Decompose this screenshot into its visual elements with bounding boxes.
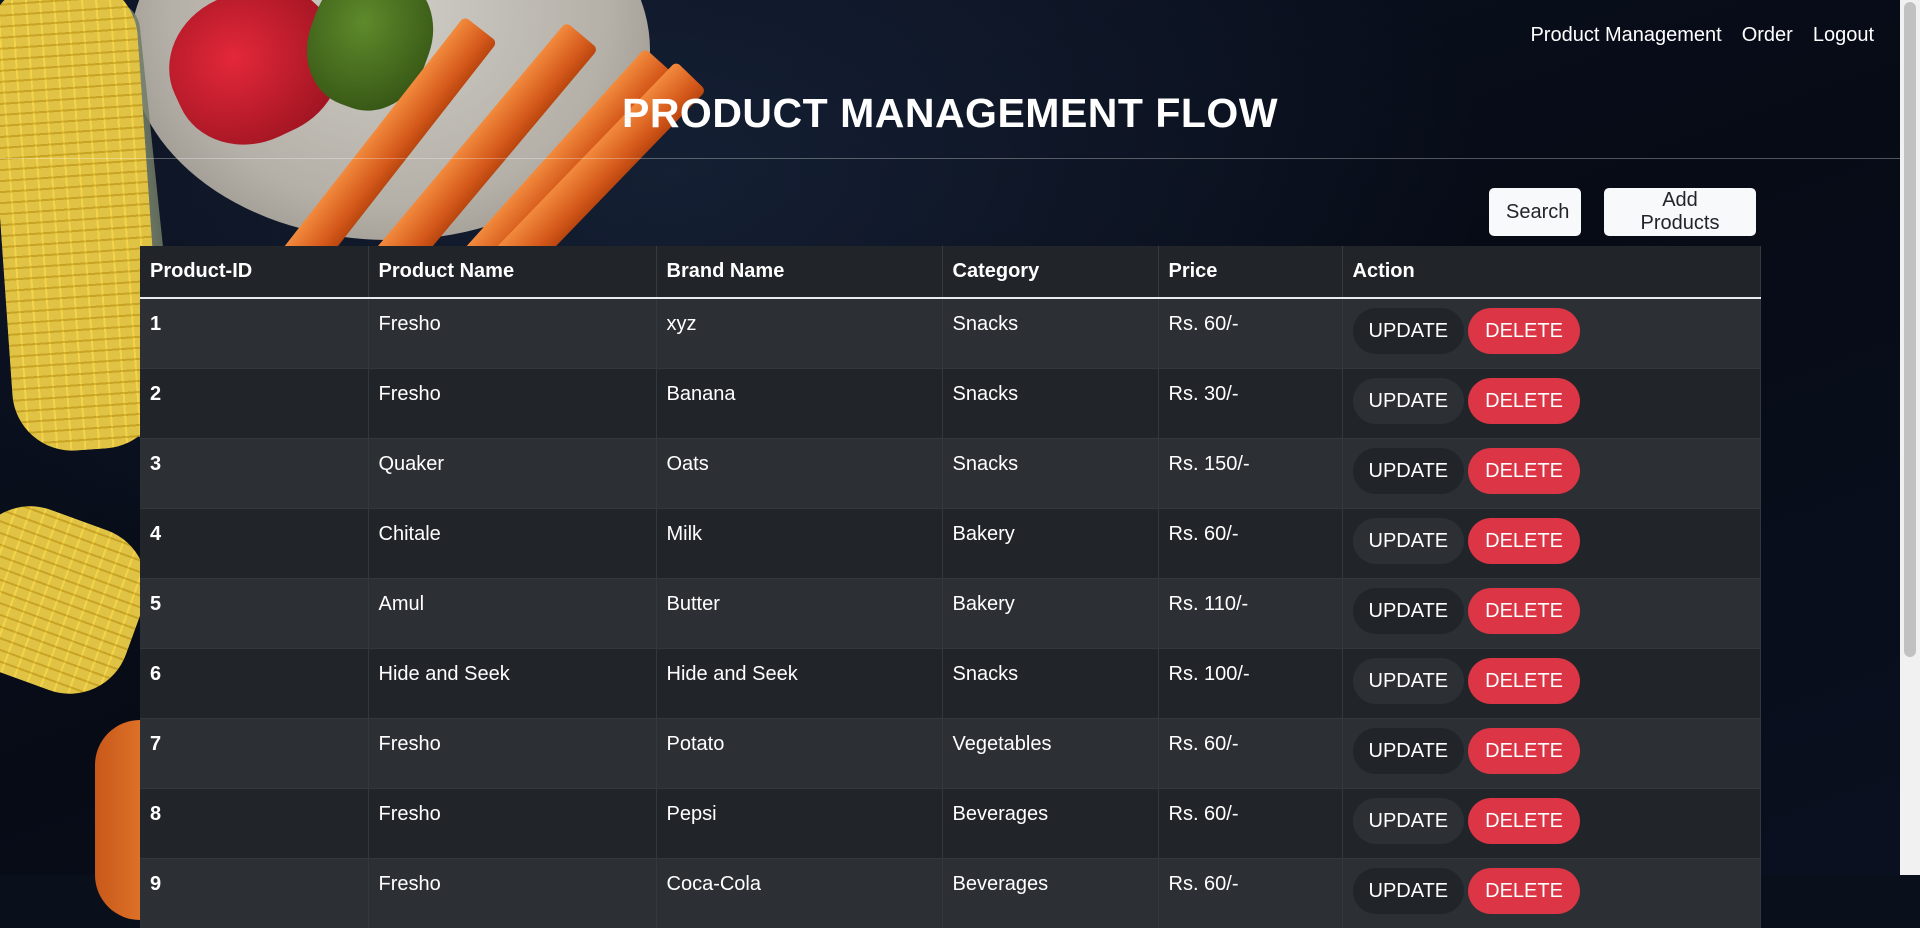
nav-logout-link[interactable]: Logout bbox=[1813, 24, 1874, 47]
delete-button[interactable]: DELETE bbox=[1468, 378, 1580, 424]
divider bbox=[0, 158, 1900, 159]
table-row: 6 Hide and Seek Hide and Seek Snacks Rs.… bbox=[140, 649, 1760, 719]
cell-brand-name: Potato bbox=[656, 719, 942, 789]
cell-price: Rs. 110/- bbox=[1158, 579, 1342, 649]
cell-price: Rs. 150/- bbox=[1158, 439, 1342, 509]
update-button[interactable]: UPDATE bbox=[1353, 658, 1465, 704]
header-product-name: Product Name bbox=[368, 246, 656, 298]
cell-action: UPDATEDELETE bbox=[1342, 509, 1760, 579]
products-table: Product-ID Product Name Brand Name Categ… bbox=[140, 246, 1761, 928]
cell-action: UPDATEDELETE bbox=[1342, 369, 1760, 439]
update-button[interactable]: UPDATE bbox=[1353, 378, 1465, 424]
cell-brand-name: Milk bbox=[656, 509, 942, 579]
update-button[interactable]: UPDATE bbox=[1353, 588, 1465, 634]
delete-button[interactable]: DELETE bbox=[1468, 518, 1580, 564]
cell-action: UPDATEDELETE bbox=[1342, 649, 1760, 719]
cell-price: Rs. 100/- bbox=[1158, 649, 1342, 719]
cell-product-id: 4 bbox=[140, 509, 368, 579]
add-products-button[interactable]: Add Products bbox=[1604, 188, 1756, 236]
cell-category: Snacks bbox=[942, 369, 1158, 439]
cell-price: Rs. 30/- bbox=[1158, 369, 1342, 439]
cell-action: UPDATEDELETE bbox=[1342, 439, 1760, 509]
table-row: 2 Fresho Banana Snacks Rs. 30/- UPDATEDE… bbox=[140, 369, 1760, 439]
search-button[interactable]: Search bbox=[1489, 188, 1581, 236]
cell-action: UPDATEDELETE bbox=[1342, 719, 1760, 789]
cell-product-name: Amul bbox=[368, 579, 656, 649]
cell-price: Rs. 60/- bbox=[1158, 859, 1342, 928]
cell-brand-name: Hide and Seek bbox=[656, 649, 942, 719]
cell-product-name: Fresho bbox=[368, 298, 656, 369]
top-nav: Product Management Order Logout bbox=[1530, 24, 1874, 47]
cell-category: Snacks bbox=[942, 439, 1158, 509]
cell-product-name: Hide and Seek bbox=[368, 649, 656, 719]
table-row: 4 Chitale Milk Bakery Rs. 60/- UPDATEDEL… bbox=[140, 509, 1760, 579]
update-button[interactable]: UPDATE bbox=[1353, 518, 1465, 564]
cell-brand-name: Oats bbox=[656, 439, 942, 509]
cell-brand-name: Pepsi bbox=[656, 789, 942, 859]
cell-category: Beverages bbox=[942, 789, 1158, 859]
cell-category: Bakery bbox=[942, 509, 1158, 579]
cell-brand-name: Butter bbox=[656, 579, 942, 649]
update-button[interactable]: UPDATE bbox=[1353, 448, 1465, 494]
table-row: 5 Amul Butter Bakery Rs. 110/- UPDATEDEL… bbox=[140, 579, 1760, 649]
cell-category: Snacks bbox=[942, 298, 1158, 369]
delete-button[interactable]: DELETE bbox=[1468, 658, 1580, 704]
cell-brand-name: Coca-Cola bbox=[656, 859, 942, 928]
delete-button[interactable]: DELETE bbox=[1468, 798, 1580, 844]
delete-button[interactable]: DELETE bbox=[1468, 448, 1580, 494]
cell-action: UPDATEDELETE bbox=[1342, 298, 1760, 369]
cell-product-name: Chitale bbox=[368, 509, 656, 579]
table-row: 9 Fresho Coca-Cola Beverages Rs. 60/- UP… bbox=[140, 859, 1760, 928]
header-brand-name: Brand Name bbox=[656, 246, 942, 298]
cell-product-id: 2 bbox=[140, 369, 368, 439]
cell-product-id: 3 bbox=[140, 439, 368, 509]
cell-brand-name: xyz bbox=[656, 298, 942, 369]
page-title: PRODUCT MANAGEMENT FLOW bbox=[0, 90, 1900, 137]
cell-product-name: Quaker bbox=[368, 439, 656, 509]
delete-button[interactable]: DELETE bbox=[1468, 728, 1580, 774]
nav-product-management-link[interactable]: Product Management bbox=[1530, 24, 1721, 47]
cell-product-id: 6 bbox=[140, 649, 368, 719]
cell-product-name: Fresho bbox=[368, 719, 656, 789]
delete-button[interactable]: DELETE bbox=[1468, 308, 1580, 354]
table-row: 1 Fresho xyz Snacks Rs. 60/- UPDATEDELET… bbox=[140, 298, 1760, 369]
header-category: Category bbox=[942, 246, 1158, 298]
table-header-row: Product-ID Product Name Brand Name Categ… bbox=[140, 246, 1760, 298]
delete-button[interactable]: DELETE bbox=[1468, 588, 1580, 634]
products-table-container: Product-ID Product Name Brand Name Categ… bbox=[140, 246, 1760, 928]
header-price: Price bbox=[1158, 246, 1342, 298]
cell-product-id: 5 bbox=[140, 579, 368, 649]
cell-price: Rs. 60/- bbox=[1158, 789, 1342, 859]
header-product-id: Product-ID bbox=[140, 246, 368, 298]
cell-product-id: 1 bbox=[140, 298, 368, 369]
cell-category: Bakery bbox=[942, 579, 1158, 649]
cell-brand-name: Banana bbox=[656, 369, 942, 439]
header-action: Action bbox=[1342, 246, 1760, 298]
cell-product-name: Fresho bbox=[368, 859, 656, 928]
scrollbar-thumb[interactable] bbox=[1904, 2, 1916, 657]
update-button[interactable]: UPDATE bbox=[1353, 308, 1465, 354]
table-row: 7 Fresho Potato Vegetables Rs. 60/- UPDA… bbox=[140, 719, 1760, 789]
table-row: 3 Quaker Oats Snacks Rs. 150/- UPDATEDEL… bbox=[140, 439, 1760, 509]
cell-action: UPDATEDELETE bbox=[1342, 579, 1760, 649]
nav-order-link[interactable]: Order bbox=[1742, 24, 1793, 47]
update-button[interactable]: UPDATE bbox=[1353, 728, 1465, 774]
cell-price: Rs. 60/- bbox=[1158, 298, 1342, 369]
cell-product-id: 9 bbox=[140, 859, 368, 928]
cell-product-id: 7 bbox=[140, 719, 368, 789]
cell-product-name: Fresho bbox=[368, 789, 656, 859]
cell-category: Beverages bbox=[942, 859, 1158, 928]
cell-product-id: 8 bbox=[140, 789, 368, 859]
update-button[interactable]: UPDATE bbox=[1353, 798, 1465, 844]
table-row: 8 Fresho Pepsi Beverages Rs. 60/- UPDATE… bbox=[140, 789, 1760, 859]
cell-price: Rs. 60/- bbox=[1158, 509, 1342, 579]
page-scrollbar[interactable] bbox=[1900, 0, 1920, 875]
cell-action: UPDATEDELETE bbox=[1342, 859, 1760, 928]
cell-price: Rs. 60/- bbox=[1158, 719, 1342, 789]
cell-product-name: Fresho bbox=[368, 369, 656, 439]
cell-category: Vegetables bbox=[942, 719, 1158, 789]
cell-category: Snacks bbox=[942, 649, 1158, 719]
cell-action: UPDATEDELETE bbox=[1342, 789, 1760, 859]
